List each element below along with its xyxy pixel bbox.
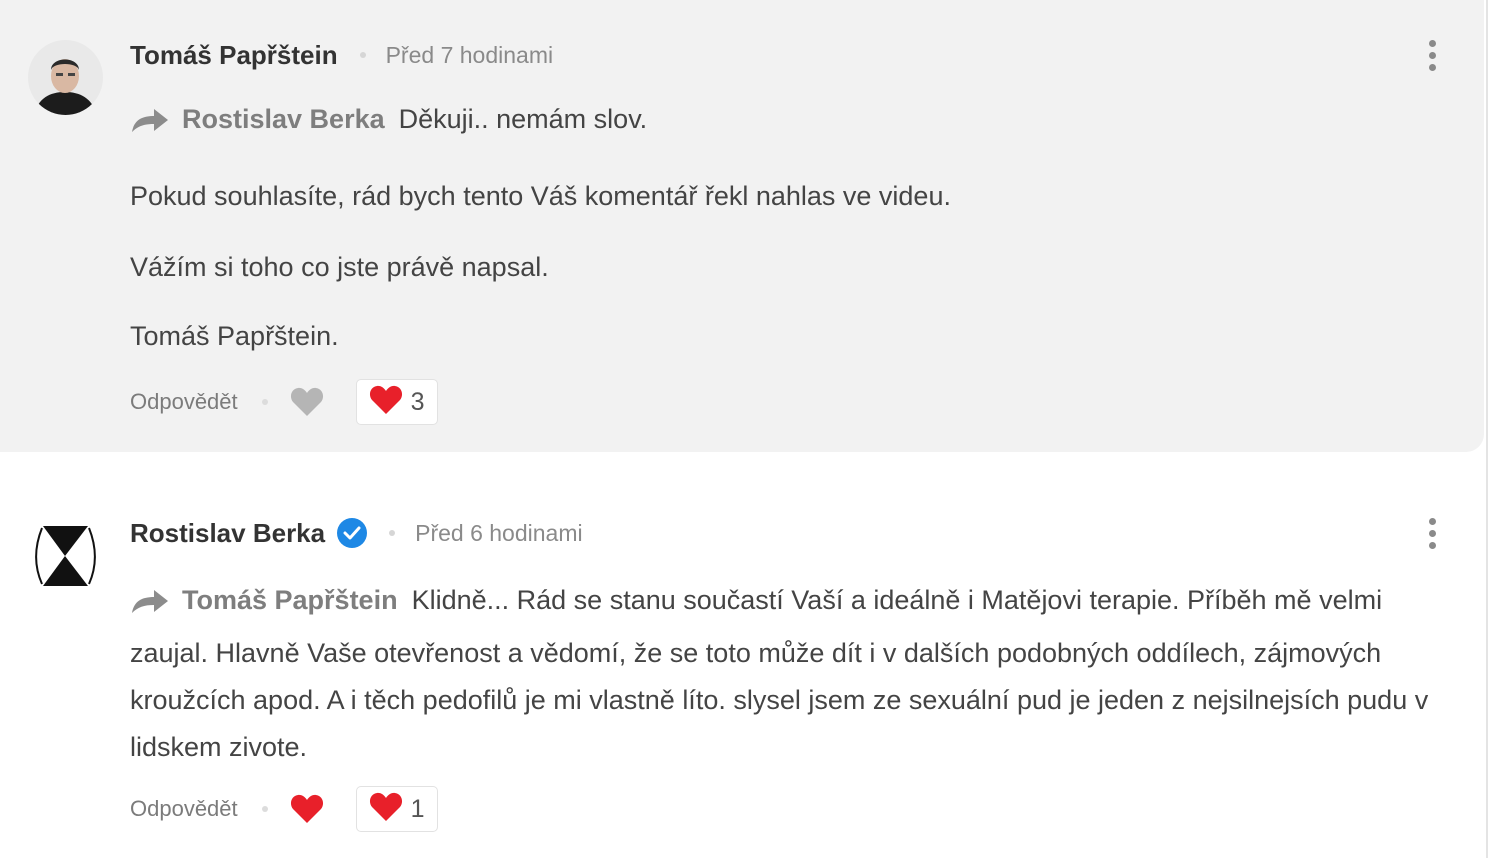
- scrollbar-edge: [1486, 0, 1488, 858]
- separator-dot: [261, 806, 268, 812]
- comment: Rostislav Berka Před 6 hodinami Tomáš Pa…: [0, 485, 1484, 858]
- heart-icon: [369, 385, 403, 420]
- like-heart-icon[interactable]: [290, 387, 324, 417]
- separator-dot: [261, 399, 268, 405]
- comment-body: Rostislav Berka Děkuji.. nemám slov. Poku…: [130, 96, 1450, 360]
- reaction-count[interactable]: 3: [355, 379, 438, 425]
- comment-paragraph: Pokud souhlasíte, rád bych tento Váš kom…: [130, 181, 951, 211]
- like-count: 1: [410, 794, 425, 823]
- author-name[interactable]: Rostislav Berka: [130, 518, 325, 549]
- author-name[interactable]: Tomáš Papřštein: [130, 40, 338, 71]
- comment-header: Tomáš Papřštein Před 7 hodinami: [130, 38, 553, 72]
- comment-header: Rostislav Berka Před 6 hodinami: [130, 516, 583, 550]
- avatar[interactable]: [28, 518, 103, 593]
- like-heart-icon[interactable]: [290, 794, 324, 824]
- more-options-icon[interactable]: [1428, 40, 1436, 71]
- timestamp[interactable]: Před 7 hodinami: [386, 42, 554, 69]
- more-options-icon[interactable]: [1428, 518, 1436, 549]
- heart-icon: [369, 792, 403, 827]
- reply-button[interactable]: Odpovědět: [130, 389, 238, 415]
- like-count: 3: [410, 387, 425, 416]
- comment-paragraph: Vážím si toho co jste právě napsal.: [130, 252, 549, 282]
- separator-dot: [389, 530, 396, 536]
- comment-actions: Odpovědět 1: [130, 786, 438, 832]
- comment-body: Tomáš Papřštein Klidně... Rád se stanu so…: [130, 577, 1450, 771]
- reply-line: Rostislav Berka Děkuji.. nemám slov.: [130, 96, 1450, 149]
- separator-dot: [359, 52, 366, 58]
- comment: Tomáš Papřštein Před 7 hodinami Rostisla…: [0, 0, 1484, 452]
- comment-actions: Odpovědět 3: [130, 379, 438, 425]
- timestamp[interactable]: Před 6 hodinami: [415, 520, 583, 547]
- comment-text: Děkuji.. nemám slov.: [398, 104, 648, 134]
- reply-button[interactable]: Odpovědět: [130, 796, 238, 822]
- reply-to-name[interactable]: Tomáš Papřštein: [182, 585, 398, 615]
- verified-badge-icon: [337, 518, 368, 548]
- reaction-count[interactable]: 1: [355, 786, 438, 832]
- avatar[interactable]: [28, 40, 103, 115]
- reply-line: Tomáš Papřštein Klidně... Rád se stanu so…: [130, 577, 1450, 771]
- reply-arrow-icon: [130, 583, 170, 630]
- comment-paragraph: Tomáš Papřštein.: [130, 321, 339, 351]
- reply-arrow-icon: [130, 102, 170, 149]
- reply-to-name[interactable]: Rostislav Berka: [182, 104, 385, 134]
